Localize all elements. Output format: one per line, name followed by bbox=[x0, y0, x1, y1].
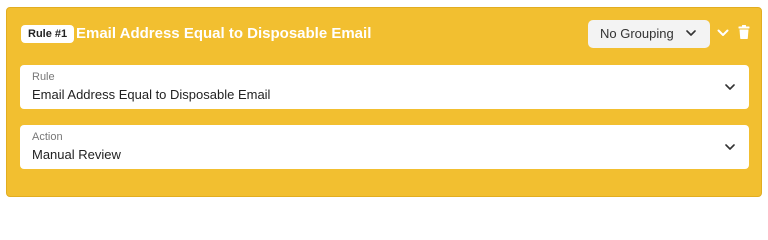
rule-title: Email Address Equal to Disposable Email bbox=[76, 25, 372, 42]
collapse-rule-button[interactable] bbox=[717, 28, 729, 38]
chevron-down-icon bbox=[725, 144, 735, 151]
chevron-down-icon bbox=[686, 30, 696, 37]
rule-select-label: Rule bbox=[32, 71, 55, 83]
grouping-select-value: No Grouping bbox=[600, 26, 674, 41]
rule-select-value: Email Address Equal to Disposable Email bbox=[32, 87, 271, 102]
grouping-select[interactable]: No Grouping bbox=[588, 20, 710, 48]
action-select-value: Manual Review bbox=[32, 147, 121, 162]
chevron-down-icon bbox=[717, 28, 729, 38]
trash-icon bbox=[738, 25, 750, 39]
action-select[interactable]: Action Manual Review bbox=[20, 125, 749, 169]
action-select-label: Action bbox=[32, 131, 63, 143]
rule-card: Rule #1 Email Address Equal to Disposabl… bbox=[6, 7, 762, 197]
delete-rule-button[interactable] bbox=[738, 25, 750, 39]
chevron-down-icon bbox=[725, 84, 735, 91]
rule-number-badge: Rule #1 bbox=[21, 25, 75, 43]
rule-select[interactable]: Rule Email Address Equal to Disposable E… bbox=[20, 65, 749, 109]
